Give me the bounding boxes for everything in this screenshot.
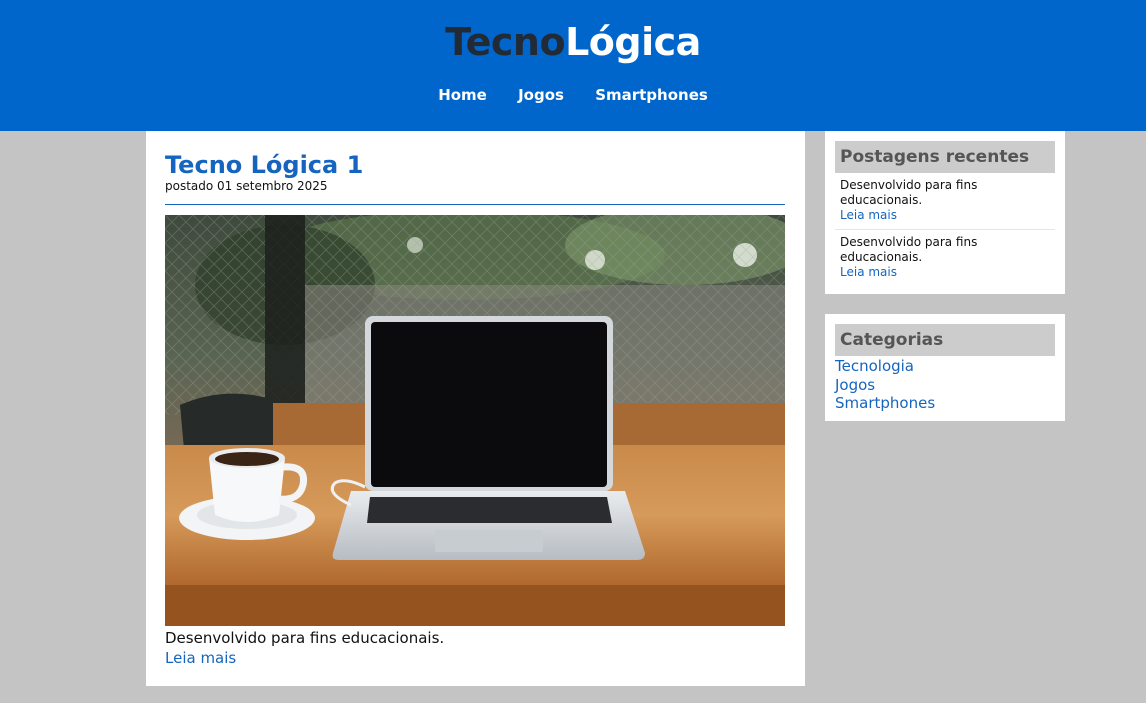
- post-excerpt: Desenvolvido para fins educacionais.: [165, 629, 445, 647]
- nav-jogos[interactable]: Jogos: [518, 86, 564, 104]
- post-image-laptop-coffee: [165, 215, 785, 626]
- recent-posts-widget: Postagens recentes Desenvolvido para fin…: [825, 131, 1065, 294]
- post-card: Tecno Lógica 1 postado 01 setembro 2025: [146, 131, 805, 686]
- categories-title: Categorias: [835, 324, 1055, 356]
- recent-post-item: Desenvolvido para fins educacionais. Lei…: [835, 173, 1055, 229]
- logo-part-logica: Lógica: [565, 20, 701, 64]
- recent-posts-title: Postagens recentes: [835, 141, 1055, 173]
- post-date: postado 01 setembro 2025: [165, 179, 328, 193]
- recent-post-read-more-link[interactable]: Leia mais: [840, 208, 1050, 223]
- main-nav: Home Jogos Smartphones: [0, 86, 1146, 104]
- post-read-more-link[interactable]: Leia mais: [165, 649, 236, 667]
- category-link-jogos[interactable]: Jogos: [835, 376, 1055, 395]
- nav-smartphones[interactable]: Smartphones: [595, 86, 708, 104]
- category-link-smartphones[interactable]: Smartphones: [835, 394, 1055, 413]
- logo-part-tecno: Tecno: [445, 20, 566, 64]
- post-divider: [165, 204, 785, 205]
- recent-post-item: Desenvolvido para fins educacionais. Lei…: [835, 229, 1055, 286]
- site-logo[interactable]: TecnoLógica: [0, 20, 1146, 64]
- recent-post-text: Desenvolvido para fins educacionais.: [840, 235, 978, 264]
- recent-post-read-more-link[interactable]: Leia mais: [840, 265, 1050, 280]
- post-title[interactable]: Tecno Lógica 1: [165, 151, 363, 179]
- site-header: TecnoLógica Home Jogos Smartphones: [0, 0, 1146, 131]
- category-link-tecnologia[interactable]: Tecnologia: [835, 357, 1055, 376]
- recent-post-text: Desenvolvido para fins educacionais.: [840, 178, 978, 207]
- categories-list: Tecnologia Jogos Smartphones: [835, 356, 1055, 413]
- nav-home[interactable]: Home: [438, 86, 487, 104]
- categories-widget: Categorias Tecnologia Jogos Smartphones: [825, 314, 1065, 421]
